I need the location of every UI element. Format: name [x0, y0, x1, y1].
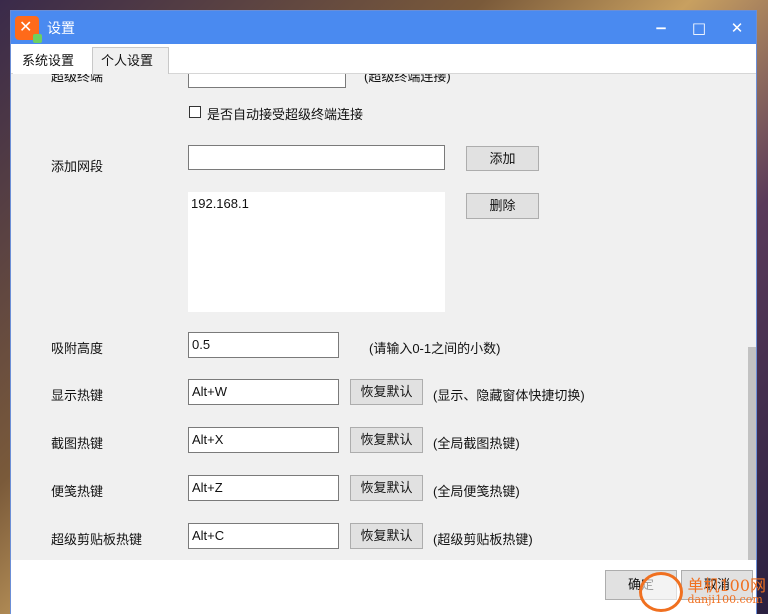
- super-terminal-input[interactable]: [188, 74, 346, 88]
- vertical-scrollbar[interactable]: [748, 74, 756, 560]
- hotkey-screenshot-hint: (全局截图热键): [433, 436, 520, 451]
- hotkey-show-hint: (显示、隐藏窗体快捷切换): [433, 388, 585, 403]
- segment-list[interactable]: 192.168.1: [188, 192, 445, 312]
- hotkey-show-label: 显示热键: [51, 388, 104, 403]
- super-terminal-hint: (超级终端连接): [364, 74, 451, 84]
- auto-accept-label: 是否自动接受超级终端连接: [207, 107, 364, 122]
- hotkey-note-label: 便笺热键: [51, 484, 104, 499]
- minimize-icon[interactable]: −: [642, 11, 680, 44]
- hotkey-screenshot-reset-button[interactable]: 恢复默认: [350, 427, 423, 453]
- hotkey-note-input[interactable]: Alt+Z: [188, 475, 339, 501]
- snap-height-input[interactable]: 0.5: [188, 332, 339, 358]
- hotkey-note-hint: (全局便笺热键): [433, 484, 520, 499]
- hotkey-clipboard-hint: (超级剪贴板热键): [433, 532, 533, 547]
- title-bar[interactable]: ✕ 设置 − □ ✕: [11, 11, 756, 44]
- list-item[interactable]: 192.168.1: [191, 196, 442, 211]
- hotkey-show-input[interactable]: Alt+W: [188, 379, 339, 405]
- settings-window: ✕ 设置 − □ ✕ 系统设置 个人设置 超级终端 (超级终端连接) 是否自动接…: [10, 10, 757, 614]
- hotkey-note-reset-button[interactable]: 恢复默认: [350, 475, 423, 501]
- watermark-logo-icon: [639, 572, 684, 612]
- watermark: 单机100网 danji100.com: [639, 572, 766, 612]
- close-icon[interactable]: ✕: [718, 11, 756, 44]
- hotkey-screenshot-input[interactable]: Alt+X: [188, 427, 339, 453]
- hotkey-clipboard-input[interactable]: Alt+C: [188, 523, 339, 549]
- watermark-line1: 单机100网: [687, 576, 766, 595]
- delete-segment-button[interactable]: 删除: [466, 193, 539, 219]
- tab-personal-settings[interactable]: 个人设置: [92, 47, 169, 74]
- tab-system-settings[interactable]: 系统设置: [13, 47, 92, 74]
- app-icon: ✕: [15, 15, 42, 43]
- hotkey-clipboard-reset-button[interactable]: 恢复默认: [350, 523, 423, 549]
- hotkey-show-reset-button[interactable]: 恢复默认: [350, 379, 423, 405]
- snap-height-hint: (请输入0-1之间的小数): [369, 341, 501, 356]
- super-terminal-label: 超级终端: [51, 74, 104, 84]
- maximize-icon[interactable]: □: [680, 11, 718, 44]
- segment-label: 添加网段: [51, 159, 104, 174]
- scrollbar-thumb[interactable]: [748, 347, 756, 560]
- auto-accept-checkbox[interactable]: [189, 106, 201, 118]
- hotkey-screenshot-label: 截图热键: [51, 436, 104, 451]
- settings-panel: 超级终端 (超级终端连接) 是否自动接受超级终端连接 添加网段 添加 192.1…: [11, 74, 751, 560]
- window-title: 设置: [47, 19, 75, 36]
- snap-height-label: 吸附高度: [51, 341, 104, 356]
- segment-input[interactable]: [188, 145, 445, 170]
- tab-bar: 系统设置 个人设置: [11, 44, 756, 74]
- add-segment-button[interactable]: 添加: [466, 146, 539, 171]
- watermark-line2: danji100.com: [687, 593, 763, 606]
- hotkey-clipboard-label: 超级剪贴板热键: [51, 532, 143, 547]
